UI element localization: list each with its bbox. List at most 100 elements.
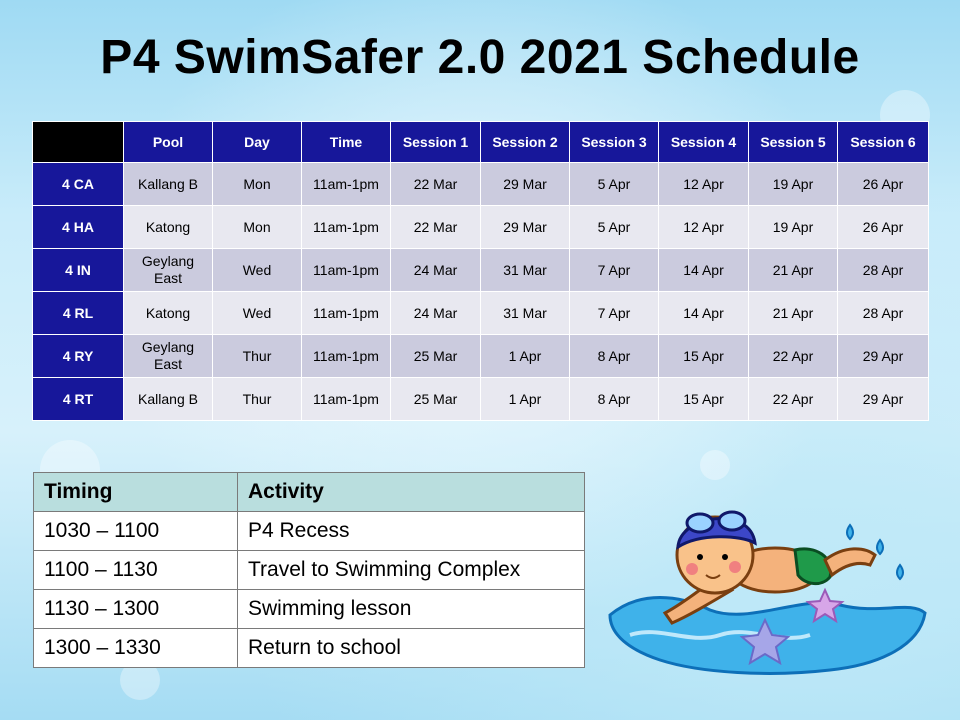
session-header: Session 6 bbox=[837, 121, 929, 163]
pool-header: Pool bbox=[123, 121, 213, 163]
swimmer-leg bbox=[823, 547, 877, 578]
activity-cell: Travel to Swimming Complex bbox=[237, 550, 585, 590]
timing-cell: 1100 – 1130 bbox=[33, 550, 238, 590]
class-cell: 4 RT bbox=[32, 377, 124, 421]
session-cell: 15 Apr bbox=[658, 377, 749, 421]
time-header: Time bbox=[301, 121, 391, 163]
corner-header-cell bbox=[32, 121, 124, 163]
class-cell: 4 RL bbox=[32, 291, 124, 335]
pool-cell: Katong bbox=[123, 291, 213, 335]
time-cell: 11am-1pm bbox=[301, 291, 391, 335]
table-row: 4 CA Kallang B Mon 11am-1pm 22 Mar 29 Ma… bbox=[32, 162, 929, 206]
table-row: 1300 – 1330 Return to school bbox=[33, 628, 585, 668]
session-cell: 5 Apr bbox=[569, 162, 659, 206]
session-cell: 28 Apr bbox=[837, 248, 929, 292]
session-header: Session 4 bbox=[658, 121, 749, 163]
schedule-table: Pool Day Time Session 1 Session 2 Sessio… bbox=[32, 121, 929, 421]
session-cell: 22 Apr bbox=[748, 377, 838, 421]
session-header: Session 5 bbox=[748, 121, 838, 163]
pool-cell: Kallang B bbox=[123, 162, 213, 206]
table-row: 4 RL Katong Wed 11am-1pm 24 Mar 31 Mar 7… bbox=[32, 291, 929, 335]
swimmer-cheek bbox=[686, 563, 698, 575]
session-cell: 22 Apr bbox=[748, 334, 838, 378]
session-cell: 26 Apr bbox=[837, 162, 929, 206]
timing-cell: 1300 – 1330 bbox=[33, 628, 238, 668]
table-row: 4 HA Katong Mon 11am-1pm 22 Mar 29 Mar 5… bbox=[32, 205, 929, 249]
session-cell: 14 Apr bbox=[658, 291, 749, 335]
class-cell: 4 IN bbox=[32, 248, 124, 292]
water-droplet bbox=[846, 523, 854, 541]
table-row: 4 RY Geylang East Thur 11am-1pm 25 Mar 1… bbox=[32, 334, 929, 378]
session-cell: 8 Apr bbox=[569, 334, 659, 378]
table-row: 4 RT Kallang B Thur 11am-1pm 25 Mar 1 Ap… bbox=[32, 377, 929, 421]
swim-trunks bbox=[793, 547, 833, 585]
timing-cell: 1130 – 1300 bbox=[33, 589, 238, 629]
swimming-child-illustration bbox=[608, 510, 927, 675]
swimmer-eye bbox=[722, 554, 728, 560]
time-cell: 11am-1pm bbox=[301, 205, 391, 249]
timing-table: Timing Activity 1030 – 1100 P4 Recess 11… bbox=[33, 472, 585, 668]
activity-cell: Swimming lesson bbox=[237, 589, 585, 629]
water-droplet bbox=[876, 538, 884, 556]
session-cell: 12 Apr bbox=[658, 162, 749, 206]
session-cell: 28 Apr bbox=[837, 291, 929, 335]
swimmer-eye bbox=[697, 554, 703, 560]
session-cell: 31 Mar bbox=[480, 291, 570, 335]
table-row: 1130 – 1300 Swimming lesson bbox=[33, 589, 585, 629]
goggles-icon bbox=[717, 510, 747, 532]
session-cell: 1 Apr bbox=[480, 334, 570, 378]
time-cell: 11am-1pm bbox=[301, 248, 391, 292]
session-header: Session 2 bbox=[480, 121, 570, 163]
goggles-icon bbox=[685, 512, 715, 534]
time-cell: 11am-1pm bbox=[301, 162, 391, 206]
pool-cell: Kallang B bbox=[123, 377, 213, 421]
session-cell: 25 Mar bbox=[390, 334, 481, 378]
time-cell: 11am-1pm bbox=[301, 377, 391, 421]
session-cell: 31 Mar bbox=[480, 248, 570, 292]
session-cell: 7 Apr bbox=[569, 248, 659, 292]
day-cell: Wed bbox=[212, 291, 302, 335]
table-row: 4 IN Geylang East Wed 11am-1pm 24 Mar 31… bbox=[32, 248, 929, 292]
day-cell: Mon bbox=[212, 162, 302, 206]
session-cell: 22 Mar bbox=[390, 205, 481, 249]
activity-header: Activity bbox=[237, 472, 585, 512]
session-cell: 19 Apr bbox=[748, 162, 838, 206]
session-cell: 8 Apr bbox=[569, 377, 659, 421]
activity-cell: Return to school bbox=[237, 628, 585, 668]
session-cell: 29 Mar bbox=[480, 205, 570, 249]
water-droplet bbox=[896, 563, 904, 581]
session-cell: 24 Mar bbox=[390, 291, 481, 335]
session-cell: 19 Apr bbox=[748, 205, 838, 249]
session-cell: 25 Mar bbox=[390, 377, 481, 421]
session-cell: 24 Mar bbox=[390, 248, 481, 292]
session-cell: 21 Apr bbox=[748, 291, 838, 335]
session-cell: 22 Mar bbox=[390, 162, 481, 206]
session-cell: 1 Apr bbox=[480, 377, 570, 421]
session-cell: 15 Apr bbox=[658, 334, 749, 378]
pool-cell: Katong bbox=[123, 205, 213, 249]
session-cell: 21 Apr bbox=[748, 248, 838, 292]
session-cell: 29 Apr bbox=[837, 377, 929, 421]
timing-header-row: Timing Activity bbox=[33, 472, 585, 512]
table-row: 1100 – 1130 Travel to Swimming Complex bbox=[33, 550, 585, 590]
day-cell: Thur bbox=[212, 377, 302, 421]
schedule-header-row: Pool Day Time Session 1 Session 2 Sessio… bbox=[32, 121, 929, 163]
day-cell: Thur bbox=[212, 334, 302, 378]
background-bubble bbox=[700, 450, 730, 480]
session-cell: 5 Apr bbox=[569, 205, 659, 249]
timing-header: Timing bbox=[33, 472, 238, 512]
class-cell: 4 CA bbox=[32, 162, 124, 206]
activity-cell: P4 Recess bbox=[237, 511, 585, 551]
class-cell: 4 HA bbox=[32, 205, 124, 249]
page-title: P4 SwimSafer 2.0 2021 Schedule bbox=[100, 31, 860, 84]
timing-cell: 1030 – 1100 bbox=[33, 511, 238, 551]
day-cell: Wed bbox=[212, 248, 302, 292]
day-header: Day bbox=[212, 121, 302, 163]
session-cell: 29 Apr bbox=[837, 334, 929, 378]
class-cell: 4 RY bbox=[32, 334, 124, 378]
session-cell: 26 Apr bbox=[837, 205, 929, 249]
pool-cell: Geylang East bbox=[123, 334, 213, 378]
session-cell: 29 Mar bbox=[480, 162, 570, 206]
session-header: Session 3 bbox=[569, 121, 659, 163]
day-cell: Mon bbox=[212, 205, 302, 249]
